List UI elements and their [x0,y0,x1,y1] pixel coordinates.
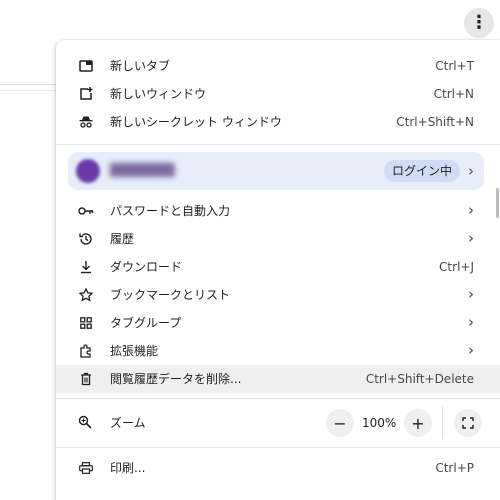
zoom-level: 100% [362,416,397,430]
downloads-label: ダウンロード [110,260,183,274]
chevron-right-icon: › [468,229,474,247]
chrome-main-menu: 新しいタブ Ctrl+T 新しいウィンドウ Ctrl+N 新しいシークレット ウ… [56,40,500,500]
menu-item-bookmarks[interactable]: ブックマークとリスト › [56,281,500,309]
clear-data-label: 閲覧履歴データを削除... [110,372,242,386]
menu-divider [56,398,500,399]
plus-icon: + [411,413,425,433]
tab-groups-icon [78,315,94,331]
zoom-icon [78,415,94,431]
menu-item-extensions[interactable]: 拡張機能 › [56,337,500,365]
new-tab-icon [78,58,94,74]
chevron-right-icon: › [468,341,474,359]
fullscreen-button[interactable] [454,409,482,437]
incognito-shortcut: Ctrl+Shift+N [396,115,474,129]
trash-icon [78,371,94,387]
print-shortcut: Ctrl+P [435,461,474,475]
minus-icon: − [333,413,347,433]
chevron-right-icon: › [468,201,474,219]
browser-toolbar: ⋮ [0,0,500,42]
extensions-label: 拡張機能 [110,344,159,358]
menu-scrollbar[interactable] [496,188,499,218]
star-icon [78,287,94,303]
new-window-label: 新しいウィンドウ [110,87,207,101]
menu-item-print[interactable]: 印刷... Ctrl+P [56,454,500,482]
incognito-label: 新しいシークレット ウィンドウ [110,115,282,129]
downloads-shortcut: Ctrl+J [439,260,474,274]
fullscreen-icon [462,417,474,429]
more-options-icon[interactable]: ⋮ [464,8,494,38]
menu-divider [56,447,500,448]
chevron-right-icon: › [468,313,474,331]
passwords-label: パスワードと自動入力 [110,204,231,218]
page-divider [0,84,56,85]
page-divider-secondary [0,90,56,91]
history-icon [78,231,94,247]
puzzle-icon [78,343,94,359]
menu-item-history[interactable]: 履歴 › [56,225,500,253]
menu-item-downloads[interactable]: ダウンロード Ctrl+J [56,253,500,281]
bookmarks-label: ブックマークとリスト [110,288,231,302]
menu-item-new-tab[interactable]: 新しいタブ Ctrl+T [56,52,500,80]
avatar [76,159,100,183]
menu-item-new-window[interactable]: 新しいウィンドウ Ctrl+N [56,80,500,108]
zoom-in-button[interactable]: + [404,409,432,437]
profile-row[interactable]: ███████ ログイン中 › [68,152,484,190]
download-icon [78,259,94,275]
new-tab-shortcut: Ctrl+T [435,59,474,73]
tab-groups-label: タブグループ [110,316,182,330]
chevron-right-icon: › [468,162,474,180]
new-window-shortcut: Ctrl+N [433,87,474,101]
print-label: 印刷... [110,461,146,475]
incognito-icon [78,114,94,130]
new-window-icon [78,86,94,102]
menu-item-incognito[interactable]: 新しいシークレット ウィンドウ Ctrl+Shift+N [56,108,500,136]
menu-item-passwords[interactable]: パスワードと自動入力 › [56,197,500,225]
history-label: 履歴 [110,232,135,246]
new-tab-label: 新しいタブ [110,59,171,73]
key-icon [78,203,94,219]
chevron-right-icon: › [468,285,474,303]
zoom-out-button[interactable]: − [326,409,354,437]
menu-item-tab-groups[interactable]: タブグループ › [56,309,500,337]
profile-name-blurred: ███████ [110,163,175,177]
menu-item-clear-browsing-data[interactable]: 閲覧履歴データを削除... Ctrl+Shift+Delete [56,365,500,393]
zoom-label: ズーム [110,416,146,430]
printer-icon [78,460,94,476]
signed-in-badge: ログイン中 [384,160,461,182]
menu-divider [56,144,500,145]
zoom-row: ズーム − 100% + [56,403,500,443]
zoom-divider [442,407,443,439]
clear-data-shortcut: Ctrl+Shift+Delete [365,372,474,386]
